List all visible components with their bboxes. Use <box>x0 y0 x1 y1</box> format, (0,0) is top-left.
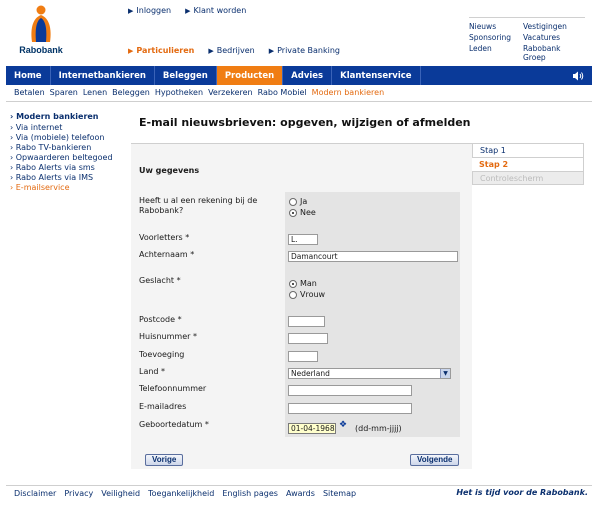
voorletters-label: Voorletters * <box>139 233 190 242</box>
nav-producten[interactable]: Producten <box>216 66 284 85</box>
huisnummer-label: Huisnummer * <box>139 332 197 341</box>
step-2: Stap 2 <box>472 157 584 171</box>
subnav-hypotheken[interactable]: Hypotheken <box>155 88 203 101</box>
land-label: Land * <box>139 367 166 376</box>
step-controlescherm: Controlescherm <box>472 171 584 185</box>
radio-nee[interactable] <box>289 208 297 217</box>
segment-bedrijven[interactable]: ▶ Bedrijven <box>208 46 254 55</box>
nav-home[interactable]: Home <box>6 66 51 85</box>
step-1[interactable]: Stap 1 <box>472 143 584 157</box>
footer-veiligheid[interactable]: Veiligheid <box>101 489 140 498</box>
footer-english-pages[interactable]: English pages <box>222 489 278 498</box>
speaker-glyph-icon <box>573 71 584 80</box>
rekening-label: Heeft u al een rekening bij de Rabobank? <box>139 196 258 215</box>
subnav-betalen[interactable]: Betalen <box>14 88 45 101</box>
left-menu-item[interactable]: › Via internet <box>10 123 120 133</box>
radio-ja[interactable] <box>289 197 297 206</box>
util-link-sponsoring[interactable]: Sponsoring <box>469 33 523 42</box>
toevoeging-label: Toevoeging <box>139 350 185 359</box>
slogan: Het is tijd voor de Rabobank. <box>456 488 588 497</box>
footer-privacy[interactable]: Privacy <box>64 489 93 498</box>
footer-sitemap[interactable]: Sitemap <box>323 489 356 498</box>
util-link-nieuws[interactable]: Nieuws <box>469 22 523 31</box>
huisnummer-input[interactable] <box>288 333 328 344</box>
rekening-radio-ja[interactable]: Ja <box>289 197 307 206</box>
previous-button[interactable]: Vorige <box>145 454 184 466</box>
geslacht-radio-vrouw[interactable]: Vrouw <box>289 290 325 299</box>
achternaam-label: Achternaam * <box>139 250 195 259</box>
field-column <box>285 192 460 437</box>
util-link-vacatures[interactable]: Vacatures <box>523 33 585 42</box>
rabobank-logo[interactable]: Rabobank <box>18 4 64 60</box>
main-navigation: Home Internetbankieren Beleggen Producte… <box>6 66 592 85</box>
land-select[interactable]: Nederland ▼ <box>288 368 451 379</box>
subnav-beleggen[interactable]: Beleggen <box>112 88 150 101</box>
arrow-right-icon: ▶ <box>208 47 214 55</box>
chevron-down-icon[interactable]: ▼ <box>440 369 450 378</box>
nav-klantenservice[interactable]: Klantenservice <box>332 66 421 85</box>
util-link-leden[interactable]: Leden <box>469 44 523 62</box>
subnav-rabo-mobiel[interactable]: Rabo Mobiel <box>258 88 307 101</box>
geslacht-label: Geslacht * <box>139 276 181 285</box>
radio-man[interactable] <box>289 279 297 288</box>
left-menu-heading[interactable]: › Modern bankieren <box>10 112 120 121</box>
become-client-link[interactable]: ▶ Klant worden <box>185 6 246 15</box>
signup-form: Uw gegevens Heeft u al een rekening bij … <box>131 143 472 469</box>
left-menu: › Modern bankieren › Via internet › Via … <box>10 112 120 193</box>
util-link-vestigingen[interactable]: Vestigingen <box>523 22 585 31</box>
subnav-sparen[interactable]: Sparen <box>50 88 78 101</box>
calendar-picker-icon[interactable]: ❖ <box>339 420 347 430</box>
arrow-right-icon: ▶ <box>128 47 134 55</box>
step-indicator: Stap 1 Stap 2 Controlescherm <box>472 143 584 185</box>
radio-vrouw[interactable] <box>289 290 297 299</box>
nav-beleggen[interactable]: Beleggen <box>155 66 217 85</box>
logo-mark-icon <box>31 5 51 42</box>
arrow-right-icon: ▶ <box>185 7 191 15</box>
util-link-rabobank-groep[interactable]: Rabobank Groep <box>523 44 585 62</box>
sub-navigation: Betalen Sparen Lenen Beleggen Hypotheken… <box>6 88 592 102</box>
footer-disclaimer[interactable]: Disclaimer <box>14 489 56 498</box>
email-input[interactable] <box>288 403 412 414</box>
geslacht-radio-man[interactable]: Man <box>289 279 317 288</box>
nav-internetbankieren[interactable]: Internetbankieren <box>51 66 155 85</box>
utility-search-field[interactable] <box>469 6 585 18</box>
segment-links: ▶ Particulieren ▶ Bedrijven ▶ Private Banki… <box>128 46 340 55</box>
footer-awards[interactable]: Awards <box>286 489 315 498</box>
footer-toegankelijkheid[interactable]: Toegankelijkheid <box>148 489 214 498</box>
utility-links: Nieuws Vestigingen Sponsoring Vacatures … <box>469 6 585 62</box>
left-menu-item[interactable]: › Rabo TV-bankieren <box>10 143 120 153</box>
left-menu-item[interactable]: › Via (mobiele) telefoon <box>10 133 120 143</box>
left-menu-item[interactable]: › Rabo Alerts via IMS <box>10 173 120 183</box>
login-link[interactable]: ▶ Inloggen <box>128 6 171 15</box>
telefoon-input[interactable] <box>288 385 412 396</box>
rekening-radio-nee[interactable]: Nee <box>289 208 316 217</box>
arrow-right-icon: ▶ <box>128 7 134 15</box>
subnav-lenen[interactable]: Lenen <box>83 88 107 101</box>
geboortedatum-label: Geboortedatum * <box>139 420 209 429</box>
top-links: ▶ Inloggen ▶ Klant worden <box>128 6 246 15</box>
page-title: E-mail nieuwsbrieven: opgeven, wijzigen … <box>139 116 471 129</box>
voorletters-input[interactable]: L. <box>288 234 318 245</box>
email-label: E-mailadres <box>139 402 187 411</box>
subnav-modern-bankieren[interactable]: Modern bankieren <box>312 88 385 101</box>
left-menu-item[interactable]: › Opwaarderen beltegoed <box>10 153 120 163</box>
nav-advies[interactable]: Advies <box>283 66 333 85</box>
next-button[interactable]: Volgende <box>410 454 460 466</box>
speaker-icon[interactable] <box>564 66 592 85</box>
form-section-title: Uw gegevens <box>139 166 200 175</box>
arrow-right-icon: ▶ <box>268 47 275 55</box>
geboortedatum-input[interactable]: 01-04-1968 <box>288 423 336 434</box>
postcode-input[interactable] <box>288 316 325 327</box>
left-menu-item[interactable]: › Rabo Alerts via sms <box>10 163 120 173</box>
subnav-verzekeren[interactable]: Verzekeren <box>208 88 253 101</box>
segment-particulieren[interactable]: ▶ Particulieren <box>128 46 194 55</box>
telefoon-label: Telefoonnummer <box>139 384 207 393</box>
achternaam-input[interactable]: Damancourt <box>288 251 458 262</box>
toevoeging-input[interactable] <box>288 351 318 362</box>
postcode-label: Postcode * <box>139 315 182 324</box>
logo-wordmark: Rabobank <box>19 45 63 55</box>
date-format-hint: (dd-mm-jjjj) <box>355 424 402 433</box>
segment-private-banking[interactable]: ▶ Private Banking <box>269 46 340 55</box>
left-menu-item-emailservice[interactable]: › E-mailservice <box>10 183 120 193</box>
